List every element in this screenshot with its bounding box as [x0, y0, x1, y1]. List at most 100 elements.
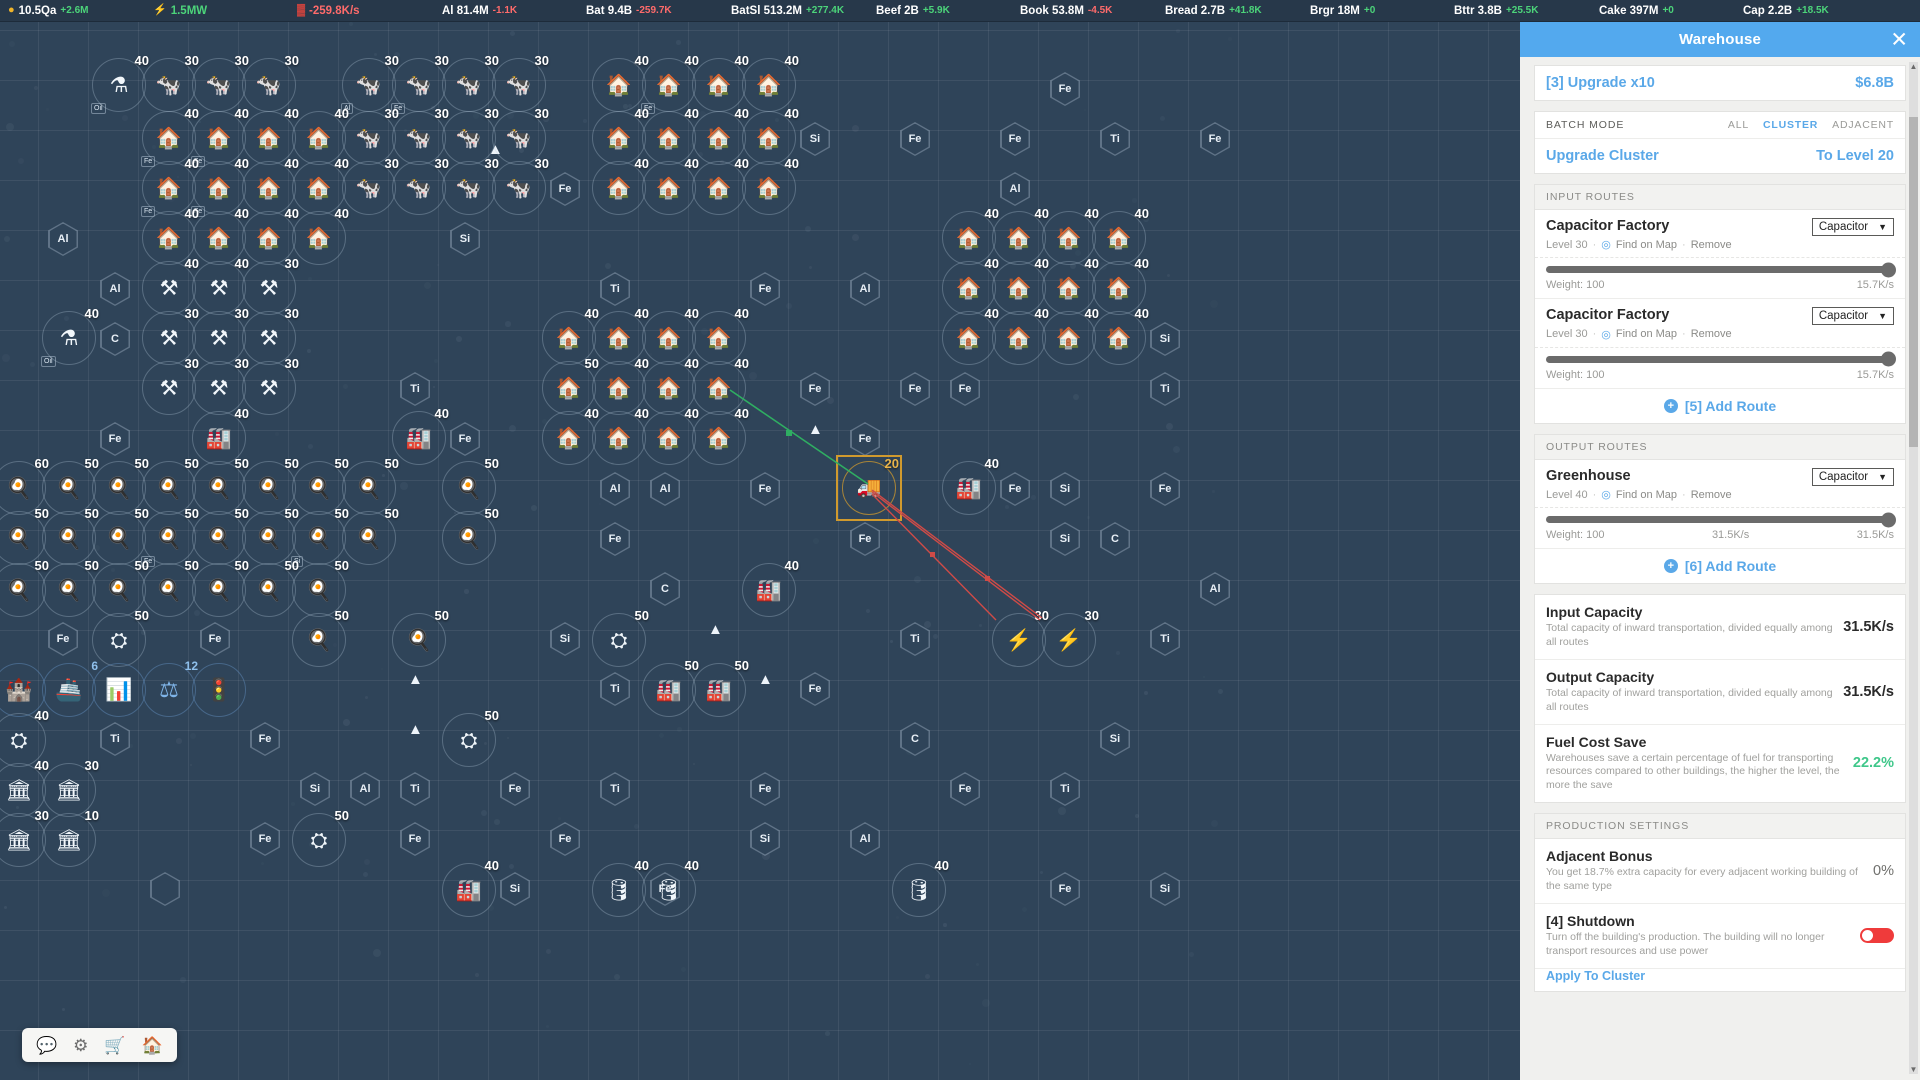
- resource-node-al[interactable]: Al: [850, 272, 880, 306]
- resource-node-al[interactable]: Al: [650, 472, 680, 506]
- building-oil-refinery[interactable]: ⚗40Oil: [38, 307, 100, 369]
- resource-item[interactable]: Bat 9.4B-259.7K: [586, 5, 672, 17]
- scrollbar-thumb[interactable]: [1909, 117, 1918, 447]
- shutdown-toggle[interactable]: [1860, 928, 1894, 943]
- building-factory[interactable]: 🏭40: [738, 559, 800, 621]
- upgrade-cluster-row[interactable]: Upgrade Cluster To Level 20: [1535, 139, 1905, 173]
- shop-button[interactable]: 🛒: [104, 1037, 125, 1054]
- apply-to-cluster-link[interactable]: Apply To Cluster: [1535, 969, 1905, 991]
- resource-node-si[interactable]: Si: [750, 822, 780, 856]
- resource-node-al[interactable]: Al: [100, 272, 130, 306]
- resource-node-fe[interactable]: Fe: [950, 372, 980, 406]
- resource-node-si[interactable]: Si: [1150, 872, 1180, 906]
- resource-item[interactable]: Brgr 18M+0: [1310, 5, 1375, 17]
- remove-route-link[interactable]: Remove: [1691, 489, 1732, 501]
- resource-node-fe[interactable]: Fe: [950, 772, 980, 806]
- home-button[interactable]: 🏠: [142, 1037, 163, 1054]
- resource-node-si[interactable]: Si: [1050, 522, 1080, 556]
- resource-node-fe[interactable]: Fe: [800, 672, 830, 706]
- resource-node-fe[interactable]: Fe: [1050, 72, 1080, 106]
- resource-node-fe[interactable]: Fe: [200, 622, 230, 656]
- resource-node-ti[interactable]: Ti: [600, 272, 630, 306]
- resource-node-ti[interactable]: Ti: [100, 722, 130, 756]
- building-cooker[interactable]: 🍳50: [388, 609, 450, 671]
- panel-scrollbar[interactable]: ▲ ▼: [1909, 62, 1918, 1074]
- resource-node-si[interactable]: Si: [1100, 722, 1130, 756]
- resource-node-si[interactable]: Si: [500, 872, 530, 906]
- resource-node-al[interactable]: Al: [1200, 572, 1230, 606]
- remove-route-link[interactable]: Remove: [1691, 328, 1732, 340]
- resource-node-fe[interactable]: Fe: [48, 622, 78, 656]
- building-mine[interactable]: ⛭50: [438, 709, 500, 771]
- remove-route-link[interactable]: Remove: [1691, 239, 1732, 251]
- magnifier-icon[interactable]: ◎: [1601, 328, 1611, 341]
- resource-node-ti[interactable]: Ti: [1050, 772, 1080, 806]
- resource-item[interactable]: Bread 2.7B+41.8K: [1165, 5, 1262, 17]
- resource-item[interactable]: Cake 397M+0: [1599, 5, 1674, 17]
- upgrade-cluster-label[interactable]: Upgrade Cluster: [1546, 148, 1659, 164]
- resource-node-fe[interactable]: Fe: [500, 772, 530, 806]
- resource-item[interactable]: Al 81.4M-1.1K: [442, 5, 517, 17]
- resource-node-fe[interactable]: Fe: [750, 772, 780, 806]
- resource-node-si[interactable]: Si: [1050, 472, 1080, 506]
- resource-item[interactable]: ⚡1.5MW: [153, 5, 207, 17]
- resource-node-fe[interactable]: Fe: [550, 822, 580, 856]
- resource-node-ti[interactable]: Ti: [600, 672, 630, 706]
- route-weight-slider[interactable]: [1546, 516, 1894, 523]
- route-resource-select[interactable]: Capacitor▼: [1812, 307, 1894, 325]
- resource-node-fe[interactable]: Fe: [750, 272, 780, 306]
- resource-node-fe[interactable]: Fe: [550, 172, 580, 206]
- resource-node-ti[interactable]: Ti: [600, 772, 630, 806]
- resource-item[interactable]: BatSl 513.2M+277.4K: [731, 5, 844, 17]
- add-input-route-button[interactable]: + [5] Add Route: [1535, 389, 1905, 423]
- resource-node-c[interactable]: C: [1100, 522, 1130, 556]
- resource-node-fe[interactable]: Fe: [1050, 872, 1080, 906]
- route-weight-slider[interactable]: [1546, 266, 1894, 273]
- building-cooker[interactable]: 🍳50: [438, 507, 500, 569]
- resource-item[interactable]: ●10.5Qa+2.6M: [8, 5, 88, 17]
- resource-node-fe[interactable]: Fe: [850, 422, 880, 456]
- upgrade-x10-label[interactable]: [3] Upgrade x10: [1546, 75, 1655, 91]
- batch-mode-options[interactable]: ALL CLUSTER ADJACENT: [1728, 119, 1894, 131]
- resource-node-fe[interactable]: Fe: [850, 522, 880, 556]
- resource-node-si[interactable]: Si: [1150, 322, 1180, 356]
- resource-node-al[interactable]: Al: [850, 822, 880, 856]
- resource-node-fe[interactable]: Fe: [1200, 122, 1230, 156]
- resource-node-fe[interactable]: Fe: [1000, 122, 1030, 156]
- resource-node-fe[interactable]: Fe: [1000, 472, 1030, 506]
- building-mine[interactable]: ⛭50: [288, 809, 350, 871]
- route-resource-select[interactable]: Capacitor▼: [1812, 218, 1894, 236]
- resource-node-ti[interactable]: Ti: [1100, 122, 1130, 156]
- magnifier-icon[interactable]: ◎: [1601, 238, 1611, 251]
- resource-node-c[interactable]: C: [900, 722, 930, 756]
- resource-item[interactable]: ▓-259.8K/s: [297, 5, 360, 17]
- resource-node-fe[interactable]: Fe: [800, 372, 830, 406]
- resource-node-si[interactable]: Si: [300, 772, 330, 806]
- resource-node-ti[interactable]: Ti: [400, 772, 430, 806]
- find-on-map-link[interactable]: Find on Map: [1616, 239, 1677, 251]
- resource-node-empty[interactable]: [150, 872, 180, 906]
- building-tank[interactable]: 🛢40: [888, 859, 950, 921]
- resource-node-fe[interactable]: Fe: [750, 472, 780, 506]
- resource-node-al[interactable]: Al: [350, 772, 380, 806]
- close-icon[interactable]: ✕: [1890, 29, 1908, 50]
- resource-node-fe[interactable]: Fe: [100, 422, 130, 456]
- resource-node-si[interactable]: Si: [450, 222, 480, 256]
- resource-node-fe[interactable]: Fe: [900, 372, 930, 406]
- chat-button[interactable]: 💬: [36, 1037, 57, 1054]
- resource-node-ti[interactable]: Ti: [1150, 372, 1180, 406]
- resource-node-fe[interactable]: Fe: [450, 422, 480, 456]
- batch-option-adjacent[interactable]: ADJACENT: [1832, 119, 1894, 131]
- resource-node-fe[interactable]: Fe: [1150, 472, 1180, 506]
- resource-node-fe[interactable]: Fe: [400, 822, 430, 856]
- resource-node-ti[interactable]: Ti: [400, 372, 430, 406]
- building-factory[interactable]: 🏭40: [938, 457, 1000, 519]
- resource-node-c[interactable]: C: [650, 572, 680, 606]
- building-factory[interactable]: 🏭40: [438, 859, 500, 921]
- resource-node-al[interactable]: Al: [48, 222, 78, 256]
- batch-option-all[interactable]: ALL: [1728, 119, 1749, 131]
- bottom-dock[interactable]: 💬 ⚙ 🛒 🏠: [22, 1028, 177, 1062]
- settings-button[interactable]: ⚙: [73, 1037, 88, 1054]
- resource-node-fe[interactable]: Fe: [600, 522, 630, 556]
- resource-node-al[interactable]: Al: [1000, 172, 1030, 206]
